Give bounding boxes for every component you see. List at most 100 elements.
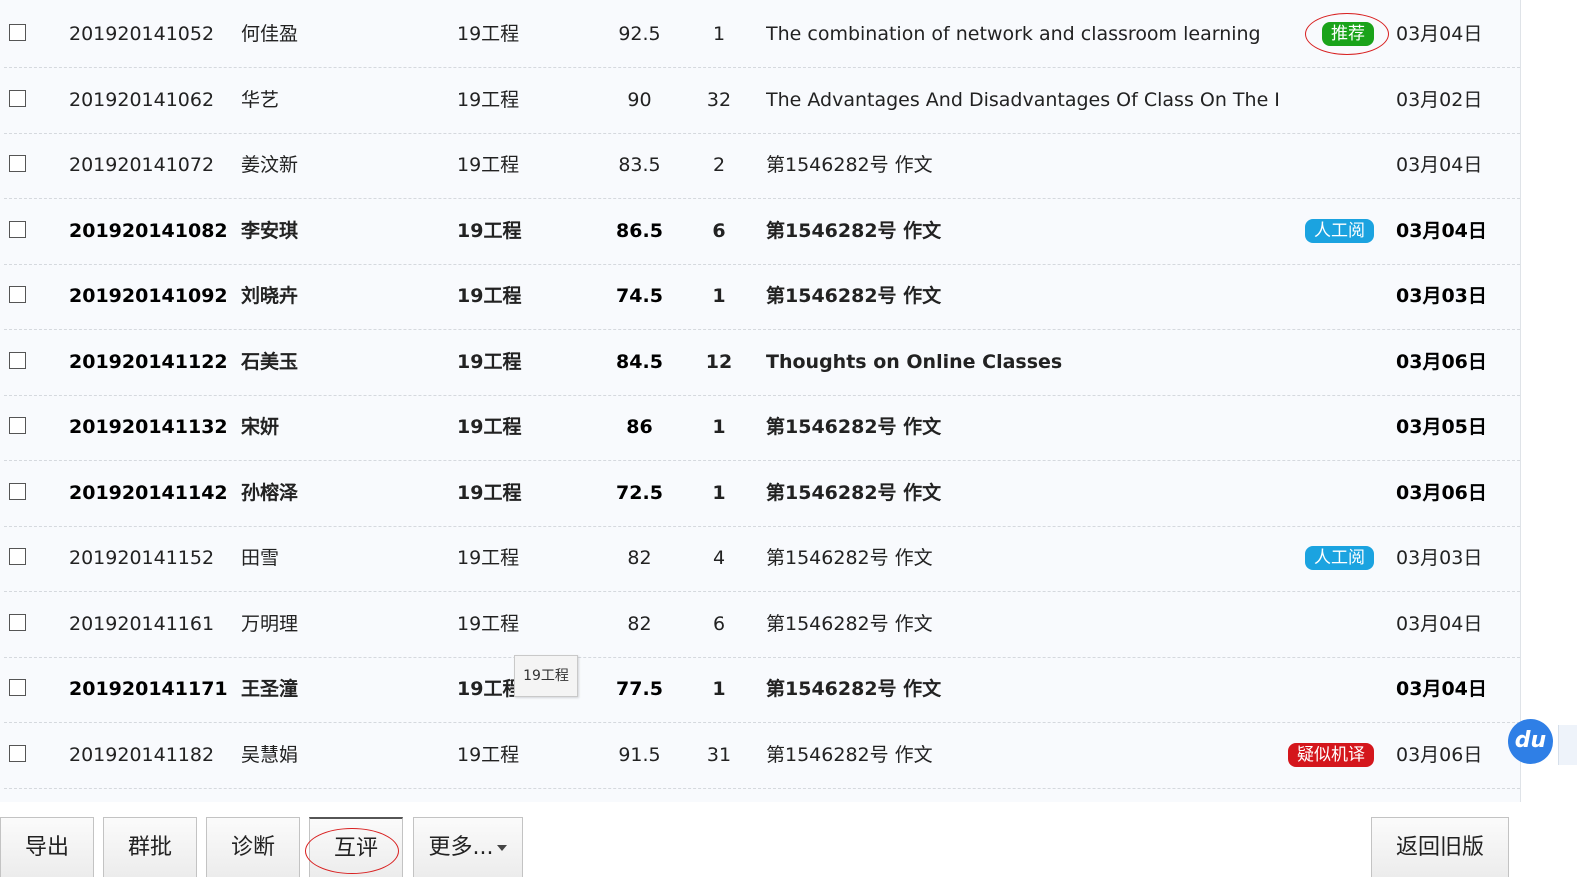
submission-count-link[interactable]: 1 xyxy=(699,264,739,329)
submission-count-link[interactable]: 1 xyxy=(699,657,739,722)
table-row[interactable]: 201920141062 华艺 19工程 90 32 The Advantages And… xyxy=(4,68,1520,134)
row-checkbox[interactable] xyxy=(9,351,26,369)
student-id: 201920141082 xyxy=(69,219,228,242)
table-row[interactable]: 201920141171 王圣潼 19工程 77.5 1 第1546282号 作文 03月0… xyxy=(4,657,1520,723)
essay-title-link[interactable]: 第1546282号 作文 xyxy=(766,657,1296,722)
table-row[interactable]: 201920141052 何佳盈 19工程 92.5 1 The combination … xyxy=(4,2,1520,68)
submission-count-link[interactable]: 1 xyxy=(699,461,739,526)
essay-title-link[interactable]: The combination of network and classroom… xyxy=(766,2,1296,67)
status-badge: 人工阅 xyxy=(1305,546,1374,570)
side-panel-edge[interactable] xyxy=(1558,725,1577,765)
class-link[interactable]: 19工程 xyxy=(457,526,537,591)
student-name-link[interactable]: 石美玉 xyxy=(241,330,361,395)
essay-title-link[interactable]: 第1546282号 作文 xyxy=(766,526,1296,591)
class-tooltip: 19工程 xyxy=(514,655,578,697)
student-id: 201920141171 xyxy=(69,678,228,700)
essay-title-link[interactable]: The Advantages And Disadvantages Of Clas… xyxy=(766,68,1296,133)
row-checkbox[interactable] xyxy=(9,286,26,303)
row-checkbox[interactable] xyxy=(9,220,26,238)
table-row[interactable]: 201920141132 宋妍 19工程 86 1 第1546282号 作文 03月05日 xyxy=(4,395,1520,461)
student-name-link[interactable]: 何佳盈 xyxy=(241,2,361,67)
class-link[interactable]: 19工程 xyxy=(457,199,537,264)
score-value: 86.5 xyxy=(616,219,663,242)
row-checkbox[interactable] xyxy=(9,613,26,631)
class-link[interactable]: 19工程 xyxy=(457,592,537,657)
table-row[interactable]: 201920141122 石美玉 19工程 84.5 12 Thoughts on Onl… xyxy=(4,330,1520,396)
student-name-link[interactable]: 宋妍 xyxy=(241,395,361,460)
student-name-link[interactable]: 万明理 xyxy=(241,592,361,657)
export-button[interactable]: 导出 xyxy=(0,817,94,877)
score-value: 91.5 xyxy=(618,743,661,766)
submission-count-link[interactable]: 32 xyxy=(699,68,739,133)
submit-date: 03月04日 xyxy=(1396,678,1487,700)
class-link[interactable]: 19工程 xyxy=(457,723,537,788)
class-link[interactable]: 19工程 xyxy=(457,395,537,460)
student-name-link[interactable]: 刘晓卉 xyxy=(241,264,361,329)
student-name-link[interactable]: 田雪 xyxy=(241,526,361,591)
score-value: 86 xyxy=(626,416,653,438)
row-checkbox[interactable] xyxy=(9,155,26,172)
submission-count-link[interactable]: 6 xyxy=(699,199,739,264)
submission-count-link[interactable]: 2 xyxy=(699,133,739,198)
submission-count-link[interactable]: 12 xyxy=(699,330,739,395)
class-link[interactable]: 19工程 xyxy=(457,68,537,133)
row-checkbox[interactable] xyxy=(9,482,26,500)
class-link[interactable]: 19工程 xyxy=(457,133,537,198)
table-row[interactable]: 201920141152 田雪 19工程 82 4 第1546282号 作文 人工阅 03月0… xyxy=(4,526,1520,592)
student-id: 201920141132 xyxy=(69,416,228,438)
submit-date: 03月04日 xyxy=(1396,612,1483,635)
student-id: 201920141152 xyxy=(69,547,215,569)
table-row[interactable]: 201920141142 孙榕泽 19工程 72.5 1 第1546282号 作文 03月0… xyxy=(4,461,1520,527)
essay-title-link[interactable]: 第1546282号 作文 xyxy=(766,199,1296,264)
diagnose-button[interactable]: 诊断 xyxy=(206,817,300,877)
more-button-label: 更多... xyxy=(428,835,494,860)
batch-review-button[interactable]: 群批 xyxy=(103,817,197,877)
essay-title-link[interactable]: 第1546282号 作文 xyxy=(766,723,1296,788)
table-row[interactable]: 201920141182 吴慧娟 19工程 91.5 31 第1546282号 作文 疑似机… xyxy=(4,723,1520,789)
student-name-link[interactable]: 王圣潼 xyxy=(241,657,361,722)
student-name-link[interactable]: 华艺 xyxy=(241,68,361,133)
row-checkbox[interactable] xyxy=(9,24,26,41)
student-name-link[interactable]: 李安琪 xyxy=(241,199,361,264)
row-checkbox[interactable] xyxy=(9,89,26,107)
class-link[interactable]: 19工程 xyxy=(457,264,537,329)
student-id: 201920141182 xyxy=(69,743,215,766)
row-checkbox[interactable] xyxy=(9,548,26,565)
row-checkbox[interactable] xyxy=(9,679,26,696)
essay-title-link[interactable]: 第1546282号 作文 xyxy=(766,461,1296,526)
submit-date: 03月06日 xyxy=(1396,481,1487,504)
score-value: 83.5 xyxy=(618,154,661,176)
row-checkbox[interactable] xyxy=(9,417,26,434)
row-checkbox[interactable] xyxy=(9,744,26,762)
essay-title-link[interactable]: 第1546282号 作文 xyxy=(766,592,1296,657)
essay-title-link[interactable]: Thoughts on Online Classes xyxy=(766,330,1296,395)
submission-count-link[interactable]: 6 xyxy=(699,592,739,657)
score-value: 74.5 xyxy=(616,285,663,307)
more-dropdown-button[interactable]: 更多... xyxy=(413,817,523,877)
class-link[interactable]: 19工程 xyxy=(457,330,537,395)
essay-title-link[interactable]: 第1546282号 作文 xyxy=(766,133,1296,198)
student-name-link[interactable]: 孙榕泽 xyxy=(241,461,361,526)
student-id: 201920141092 xyxy=(69,285,228,307)
submission-count-link[interactable]: 4 xyxy=(699,526,739,591)
return-old-version-button[interactable]: 返回旧版 xyxy=(1371,817,1509,877)
student-name-link[interactable]: 姜汶新 xyxy=(241,133,361,198)
table-row[interactable]: 201920141082 李安琪 19工程 86.5 6 第1546282号 作文 人工阅 0… xyxy=(4,199,1520,265)
submission-count-link[interactable]: 1 xyxy=(699,2,739,67)
essay-title-link[interactable]: 第1546282号 作文 xyxy=(766,395,1296,460)
peer-review-button[interactable]: 互评 xyxy=(309,817,403,877)
submission-count-link[interactable]: 31 xyxy=(699,723,739,788)
caret-down-icon xyxy=(497,845,508,851)
score-value: 77.5 xyxy=(616,678,663,700)
table-row[interactable]: 201920141092 刘晓卉 19工程 74.5 1 第1546282号 作文 03月0… xyxy=(4,264,1520,330)
student-name-link[interactable]: 吴慧娟 xyxy=(241,723,361,788)
du-assistant-icon[interactable]: du xyxy=(1508,719,1553,764)
submit-date: 03月03日 xyxy=(1396,285,1487,307)
class-link[interactable]: 19工程 xyxy=(457,461,537,526)
status-badge-wrap: 推荐 xyxy=(1322,22,1374,47)
class-link[interactable]: 19工程 xyxy=(457,2,537,67)
submission-count-link[interactable]: 1 xyxy=(699,395,739,460)
table-row[interactable]: 201920141072 姜汶新 19工程 83.5 2 第1546282号 作文 03月0… xyxy=(4,133,1520,199)
essay-title-link[interactable]: 第1546282号 作文 xyxy=(766,264,1296,329)
table-row[interactable]: 201920141161 万明理 19工程 82 6 第1546282号 作文 03月04日 xyxy=(4,592,1520,658)
